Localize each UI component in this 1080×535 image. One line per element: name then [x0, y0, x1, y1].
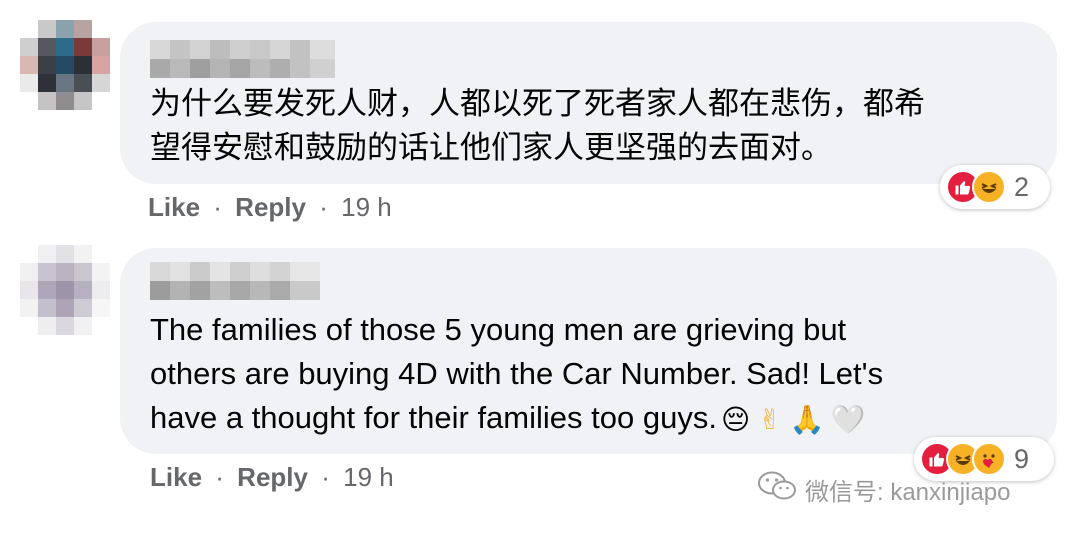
- timestamp-link[interactable]: 19 h: [343, 462, 394, 492]
- watermark-text: 微信号: kanxinjiapo: [805, 479, 1011, 506]
- separator-dot: ·: [319, 192, 328, 222]
- separator-dot: ·: [213, 192, 222, 222]
- separator-dot: ·: [321, 462, 330, 492]
- like-button[interactable]: Like: [150, 462, 202, 492]
- haha-icon: [972, 170, 1006, 204]
- comment-text-line: have a thought for their families too gu…: [150, 400, 717, 435]
- avatar[interactable]: [20, 20, 110, 110]
- comment-text: 为什么要发死人财，人都以死了死者家人都在悲伤，都希 望得安慰和鼓励的话让他们家人…: [150, 82, 925, 170]
- timestamp-link[interactable]: 19 h: [341, 192, 392, 222]
- comment-text-line: others are buying 4D with the Car Number…: [150, 356, 884, 391]
- comment-text-line: The families of those 5 young men are gr…: [150, 312, 847, 347]
- victory-hand-emoji: ✌: [758, 403, 782, 435]
- reaction-count: 9: [1014, 443, 1030, 474]
- commenter-name-redacted[interactable]: [150, 262, 320, 300]
- comment-text: The families of those 5 young men are gr…: [150, 308, 883, 442]
- folded-hands-emoji: 🙏: [789, 403, 825, 435]
- separator-dot: ·: [215, 462, 224, 492]
- comment-actions: Like · Reply · 19 h: [150, 462, 394, 493]
- white-heart-emoji: 🤍: [830, 403, 866, 435]
- wechat-watermark: 微信号: kanxinjiapo: [757, 470, 1010, 509]
- comment-actions: Like · Reply · 19 h: [148, 192, 392, 223]
- like-button[interactable]: Like: [148, 192, 200, 222]
- pensive-face-emoji: 😔: [720, 403, 751, 435]
- avatar[interactable]: [20, 245, 110, 335]
- reaction-summary[interactable]: 2: [940, 165, 1050, 209]
- comment-text-line: 望得安慰和鼓励的话让他们家人更坚强的去面对。: [150, 130, 832, 165]
- reply-button[interactable]: Reply: [237, 462, 308, 492]
- reply-button[interactable]: Reply: [235, 192, 306, 222]
- comment-text-line: 为什么要发死人财，人都以死了死者家人都在悲伤，都希: [150, 86, 925, 121]
- wechat-icon: [757, 470, 797, 509]
- comment-text-line-with-emoji: have a thought for their families too gu…: [150, 396, 883, 442]
- reaction-count: 2: [1014, 171, 1030, 202]
- commenter-name-redacted[interactable]: [150, 40, 335, 78]
